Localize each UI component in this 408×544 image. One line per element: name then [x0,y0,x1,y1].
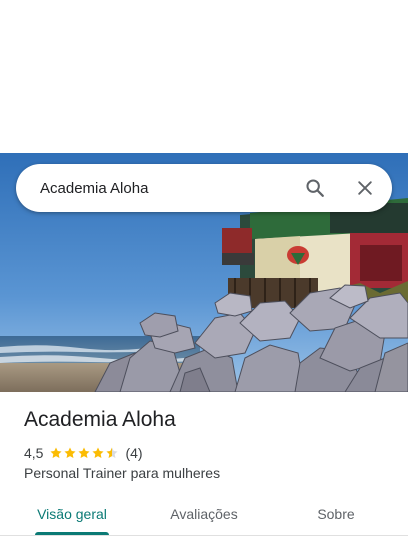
place-category[interactable]: Personal Trainer para mulheres [24,465,220,481]
tab-about[interactable]: Sobre [296,492,376,536]
star-full-icon [64,447,77,459]
tab-label: Avaliações [170,506,238,522]
star-full-icon [78,447,91,459]
search-bar[interactable]: Academia Aloha [16,164,392,212]
rating-stars [49,446,119,460]
star-full-icon [92,447,105,459]
tab-reviews[interactable]: Avaliações [150,492,258,536]
tab-label: Sobre [317,506,355,522]
rating-row[interactable]: 4,5 (4) [24,444,143,462]
close-button[interactable] [347,170,383,206]
tab-overview[interactable]: Visão geral [24,492,120,536]
tabs-divider [0,535,408,536]
tab-label: Visão geral [37,506,107,522]
review-count[interactable]: (4) [125,445,142,461]
close-icon [358,181,372,195]
place-title: Academia Aloha [24,408,176,431]
place-tabs: Visão geral Avaliações Sobre [0,492,408,536]
search-input[interactable]: Academia Aloha [40,180,297,197]
search-button[interactable] [297,170,333,206]
search-icon [306,179,324,197]
star-full-icon [50,447,63,459]
place-panel: Academia Aloha Academia Aloha 4,5 (4) Pe… [0,0,408,544]
star-half-icon [106,447,119,459]
rating-value: 4,5 [24,445,44,461]
